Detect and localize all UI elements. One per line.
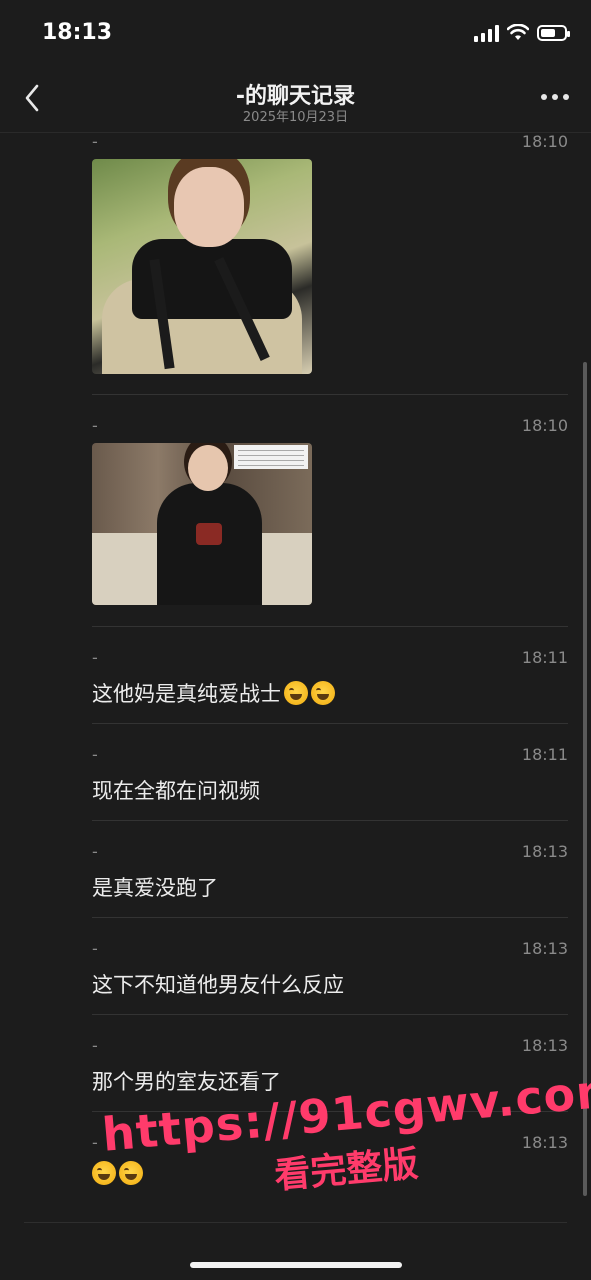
status-time: 18:13 xyxy=(42,20,113,45)
message-sender: - xyxy=(92,416,98,435)
cellular-signal-icon xyxy=(474,24,499,42)
message-sender: - xyxy=(92,132,98,151)
status-bar: 18:13 xyxy=(0,0,591,66)
list-item: - 18:13 是真爱没跑了 xyxy=(92,842,568,918)
message-time: 18:10 xyxy=(521,416,568,435)
page-subtitle-date: 2025年10月23日 xyxy=(242,110,349,125)
message-time: 18:13 xyxy=(521,1036,568,1055)
chat-history-list: - 18:10 - 18:10 - 18:11 这他妈是真纯爱战士 - 18:1… xyxy=(0,132,591,1222)
message-photo[interactable] xyxy=(92,443,312,605)
more-dot-icon xyxy=(563,94,569,100)
divider xyxy=(24,1222,567,1223)
message-sender: - xyxy=(92,745,98,764)
tears-of-joy-emoji-icon xyxy=(284,681,308,705)
message-text[interactable]: 现在全都在问视频 xyxy=(92,775,260,805)
status-icons xyxy=(474,24,570,42)
message-text[interactable]: 那个男的室友还看了 xyxy=(92,1066,281,1096)
message-text-content: 这他妈是真纯爱战士 xyxy=(92,682,281,706)
message-time: 18:10 xyxy=(521,132,568,151)
divider xyxy=(92,626,568,627)
list-item: - 18:11 这他妈是真纯爱战士 xyxy=(92,648,568,724)
message-sender: - xyxy=(92,648,98,667)
tears-of-joy-emoji-icon xyxy=(311,681,335,705)
message-text[interactable]: 这下不知道他男友什么反应 xyxy=(92,969,344,999)
message-time: 18:13 xyxy=(521,842,568,861)
message-sender: - xyxy=(92,842,98,861)
message-sender: - xyxy=(92,1036,98,1055)
battery-icon xyxy=(537,25,570,41)
wifi-icon xyxy=(507,24,529,40)
message-time: 18:11 xyxy=(521,648,568,667)
message-sender: - xyxy=(92,1133,98,1152)
nav-bar: -的聊天记录 2025年10月23日 xyxy=(0,66,591,133)
message-sender: - xyxy=(92,939,98,958)
divider xyxy=(92,723,568,724)
divider xyxy=(92,1014,568,1015)
list-item: - 18:10 xyxy=(92,416,568,627)
divider xyxy=(92,820,568,821)
list-item: - 18:13 这下不知道他男友什么反应 xyxy=(92,939,568,1015)
divider xyxy=(92,394,568,395)
message-time: 18:11 xyxy=(521,745,568,764)
list-item: - 18:11 现在全都在问视频 xyxy=(92,745,568,821)
more-options-button[interactable] xyxy=(541,94,569,100)
message-time: 18:13 xyxy=(521,939,568,958)
message-text[interactable]: 是真爱没跑了 xyxy=(92,872,218,902)
more-dot-icon xyxy=(541,94,547,100)
message-photo[interactable] xyxy=(92,159,312,374)
list-item: - 18:10 xyxy=(92,132,568,395)
divider xyxy=(92,917,568,918)
more-dot-icon xyxy=(552,94,558,100)
home-indicator[interactable] xyxy=(190,1262,402,1268)
message-text[interactable]: 这他妈是真纯爱战士 xyxy=(92,678,335,708)
